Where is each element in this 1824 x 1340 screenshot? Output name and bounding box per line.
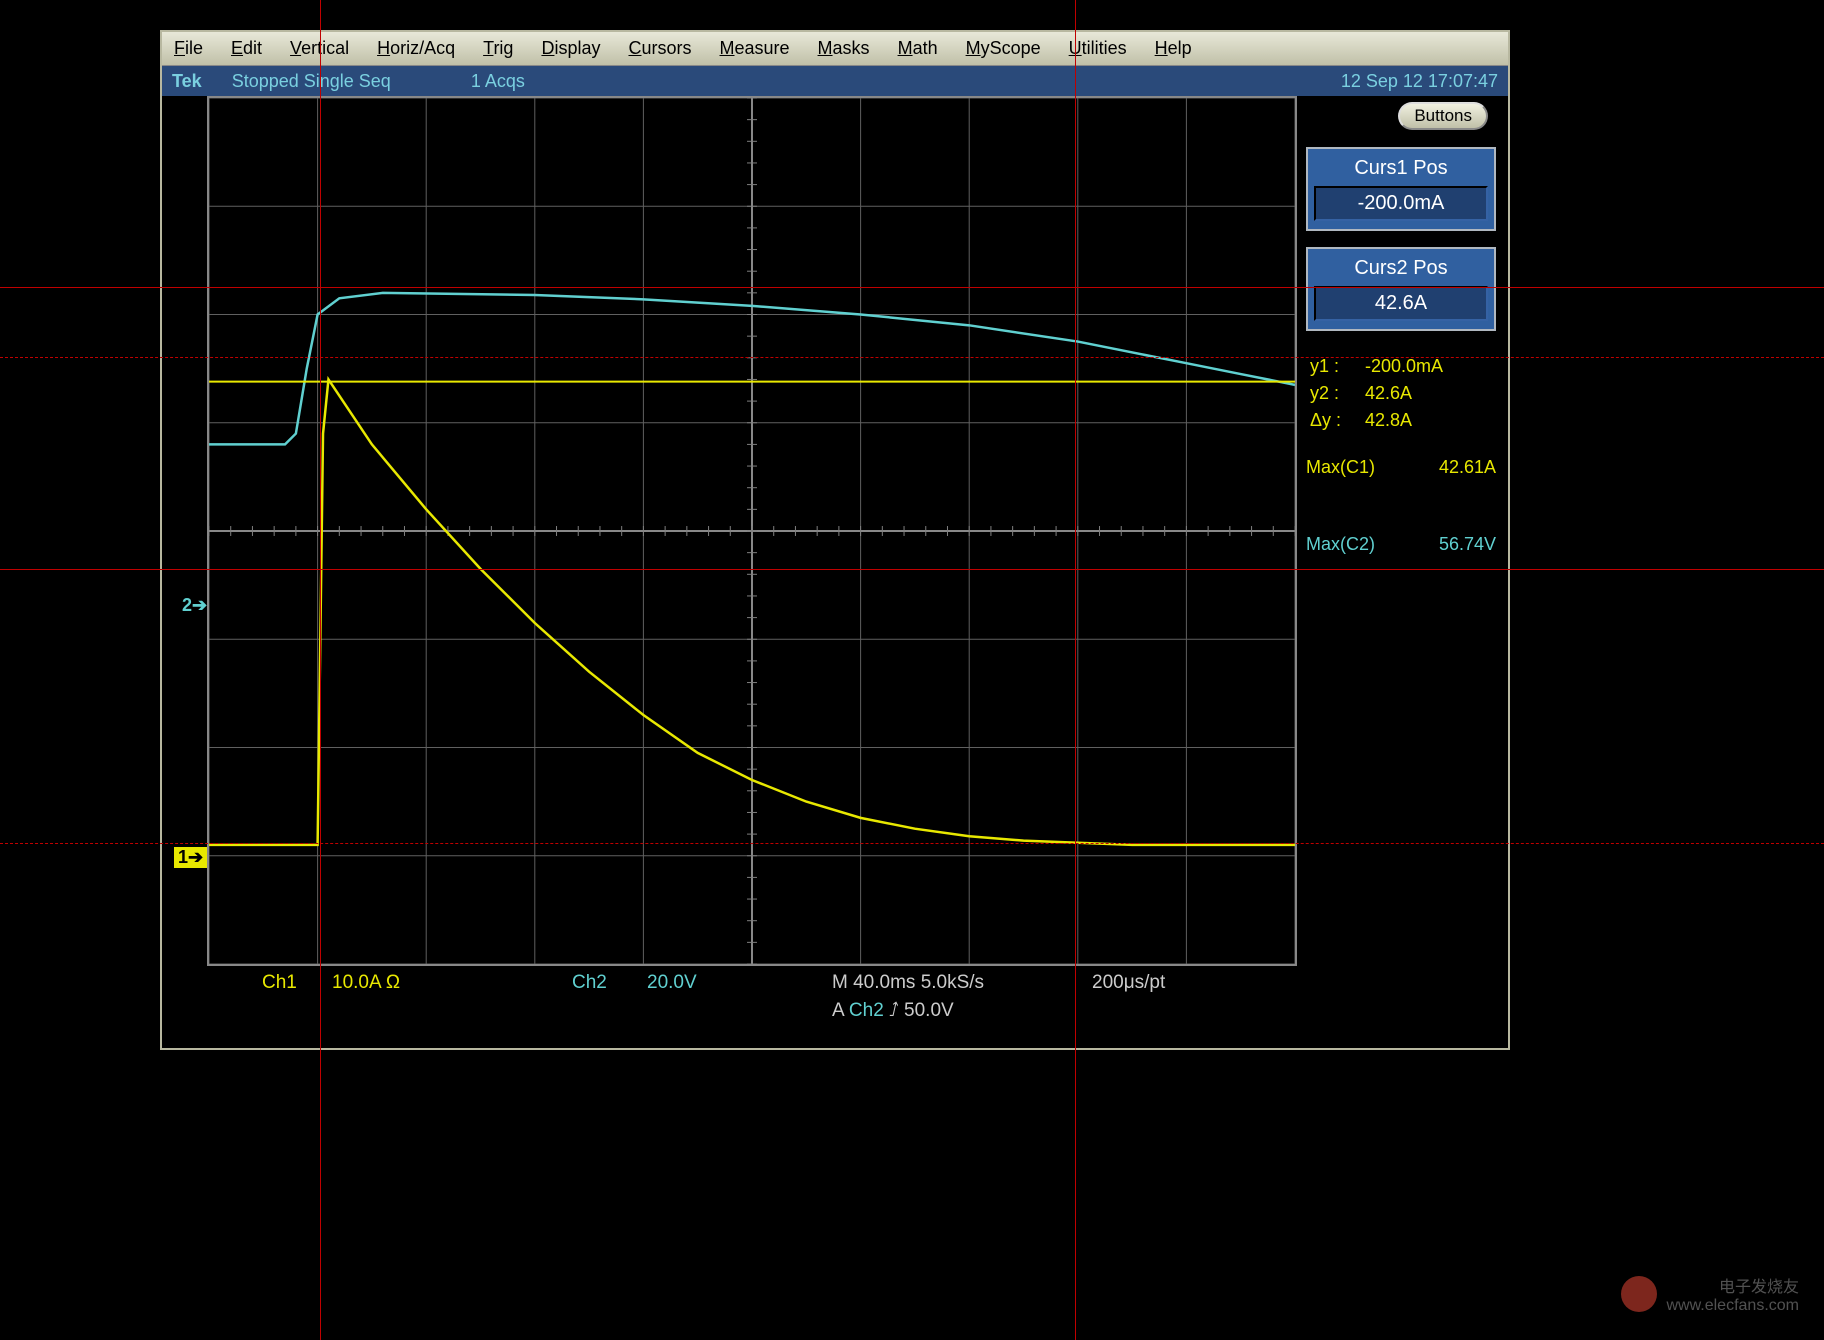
meas-c2-value: 56.74V xyxy=(1439,534,1496,555)
menu-myscope[interactable]: MyScope xyxy=(966,38,1041,59)
annotation-dashed-line-1 xyxy=(0,357,1824,358)
menu-trig[interactable]: Trig xyxy=(483,38,513,59)
menu-file[interactable]: File xyxy=(174,38,203,59)
ch1-label[interactable]: Ch1 xyxy=(262,972,297,994)
measurements: Max(C1) 42.61A Max(C2) 56.74V xyxy=(1306,454,1496,558)
cursor-h1-line[interactable] xyxy=(0,287,1824,288)
y2-value: 42.6A xyxy=(1365,380,1412,407)
cursor-readouts: y1 :-200.0mA y2 :42.6A Δy :42.8A xyxy=(1306,347,1496,440)
menu-help[interactable]: Help xyxy=(1155,38,1192,59)
cursor-h2-line[interactable] xyxy=(0,569,1824,570)
cursor1-panel[interactable]: Curs1 Pos -200.0mA xyxy=(1306,147,1496,231)
ch2-label[interactable]: Ch2 xyxy=(572,972,607,994)
watermark-text-1: 电子发烧友 xyxy=(1667,1273,1800,1297)
ch2-scale: 20.0V xyxy=(647,972,697,994)
dy-label: Δy : xyxy=(1310,407,1365,434)
rising-edge-icon: ⭜ xyxy=(889,1000,899,1021)
cursor2-title: Curs2 Pos xyxy=(1314,257,1488,280)
trigger-readout: A Ch2 ⭜ 50.0V xyxy=(832,998,954,1022)
menu-utilities[interactable]: Utilities xyxy=(1069,38,1127,59)
acquisitions-count: 1 Acqs xyxy=(471,71,525,92)
cursor1-title: Curs1 Pos xyxy=(1314,157,1488,180)
cursor2-panel[interactable]: Curs2 Pos 42.6A xyxy=(1306,247,1496,331)
oscilloscope-window: FileEditVerticalHoriz/AcqTrigDisplayCurs… xyxy=(160,30,1510,1050)
watermark-logo-icon xyxy=(1621,1276,1657,1312)
cursor1-value[interactable]: -200.0mA xyxy=(1314,186,1488,221)
side-panel: Curs1 Pos -200.0mA Curs2 Pos 42.6A y1 :-… xyxy=(1306,147,1496,558)
acquisition-state: Stopped Single Seq xyxy=(232,71,391,92)
waveform-graticule[interactable] xyxy=(207,96,1297,966)
cursor-v2-line[interactable] xyxy=(1075,0,1076,1340)
watermark-text-2: www.elecfans.com xyxy=(1667,1297,1800,1315)
status-bar: Tek Stopped Single Seq 1 Acqs 12 Sep 12 … xyxy=(162,66,1508,96)
menu-measure[interactable]: Measure xyxy=(720,38,790,59)
brand-label: Tek xyxy=(172,71,202,92)
menu-cursors[interactable]: Cursors xyxy=(628,38,691,59)
menubar: FileEditVerticalHoriz/AcqTrigDisplayCurs… xyxy=(162,32,1508,66)
sample-interval: 200μs/pt xyxy=(1092,972,1165,994)
channel-scale-bar: Ch1 10.0A Ω Ch2 20.0V M 40.0ms 5.0kS/s 2… xyxy=(222,972,1302,1032)
datetime-label: 12 Sep 12 17:07:47 xyxy=(1341,71,1498,92)
annotation-dashed-line-2 xyxy=(0,843,1824,844)
menu-math[interactable]: Math xyxy=(898,38,938,59)
buttons-button[interactable]: Buttons xyxy=(1398,102,1488,130)
ch2-ground-marker[interactable]: 2➔ xyxy=(182,595,207,616)
cursor2-value[interactable]: 42.6A xyxy=(1314,286,1488,321)
menu-display[interactable]: Display xyxy=(541,38,600,59)
dy-value: 42.8A xyxy=(1365,407,1412,434)
menu-masks[interactable]: Masks xyxy=(818,38,870,59)
meas-c1-label: Max(C1) xyxy=(1306,457,1375,478)
cursor-v1-line[interactable] xyxy=(320,0,321,1340)
meas-c2-label: Max(C2) xyxy=(1306,534,1375,555)
watermark: 电子发烧友 www.elecfans.com xyxy=(1621,1273,1800,1315)
ch1-scale: 10.0A Ω xyxy=(332,972,400,994)
timebase-label: M 40.0ms 5.0kS/s xyxy=(832,972,984,994)
meas-c1-value: 42.61A xyxy=(1439,457,1496,478)
ch1-ground-marker[interactable]: 1➔ xyxy=(174,847,207,868)
menu-horizacq[interactable]: Horiz/Acq xyxy=(377,38,455,59)
y2-label: y2 : xyxy=(1310,380,1365,407)
graticule-svg xyxy=(209,98,1295,964)
menu-edit[interactable]: Edit xyxy=(231,38,262,59)
